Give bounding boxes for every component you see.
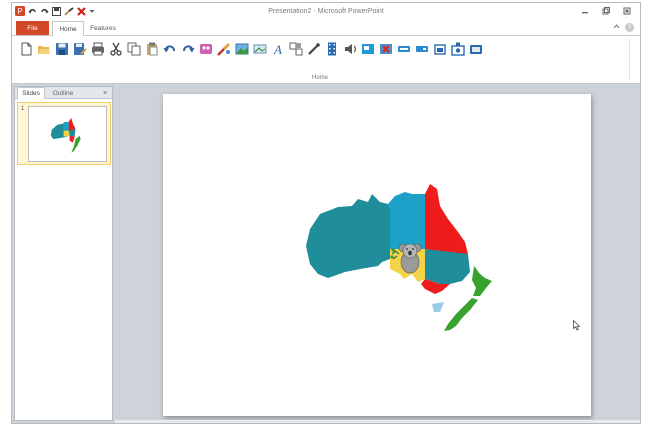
tab-outline[interactable]: Outline [46,87,80,99]
ribbon-controls: ? [613,23,634,32]
application-window: P Presentation2 - Microsoft PowerPoint F… [11,2,641,424]
shapes-icon[interactable] [288,41,303,56]
image-icon[interactable] [252,41,267,56]
title-bar: P Presentation2 - Microsoft PowerPoint [12,3,640,21]
paste-icon[interactable] [144,41,159,56]
delete-slide-icon[interactable] [378,41,393,56]
window-title: Presentation2 - Microsoft PowerPoint [268,8,384,15]
undo-icon[interactable] [162,41,177,56]
ribbon-tabs: File Home Features ? [12,21,640,36]
slide-icon[interactable] [360,41,375,56]
collapse-ribbon-icon[interactable] [613,23,620,32]
region-queensland [425,184,468,254]
home-tool-group: A [18,41,483,56]
ribbon-group-label: Home [311,75,328,81]
region-western [306,194,390,278]
print-icon[interactable] [90,41,105,56]
slide-thumbnail-item[interactable]: 1 [17,102,111,165]
sound-icon[interactable] [342,41,357,56]
cut-icon[interactable] [108,41,123,56]
svg-text:A: A [273,42,282,56]
region-new-zealand-south [444,298,478,331]
restore-icon[interactable] [601,6,611,16]
region-new-zealand-north [472,266,492,296]
presenter-icon[interactable] [450,41,465,56]
new-icon[interactable] [18,41,33,56]
australia-new-zealand-map-image[interactable] [163,94,591,416]
close-window-icon[interactable] [622,6,632,16]
window-icon[interactable] [468,41,483,56]
redo-icon[interactable] [180,41,195,56]
picture-icon[interactable] [234,41,249,56]
slide-edit-area [115,84,640,423]
pane-tabs: Slides Outline × [15,87,112,99]
clip-art-icon[interactable] [198,41,213,56]
window-controls [580,6,632,16]
minimize-icon[interactable] [580,6,590,16]
film-strip-icon[interactable] [324,41,339,56]
tab-file[interactable]: File [16,21,49,35]
view-icon[interactable] [396,41,411,56]
open-icon[interactable] [36,41,51,56]
help-icon[interactable]: ? [625,23,634,32]
ribbon: A Home [12,35,640,84]
region-east [425,249,470,284]
slideshow-icon[interactable] [432,41,447,56]
save-as-icon[interactable] [72,41,87,56]
workspace: Slides Outline × 1 [12,84,640,423]
slide-number: 1 [21,106,25,112]
mouse-cursor-icon [573,319,581,333]
tab-home[interactable]: Home [52,21,84,36]
copy-icon[interactable] [126,41,141,56]
slides-pane: Slides Outline × 1 [14,86,113,421]
status-strip [115,420,640,423]
tab-slides[interactable]: Slides [17,87,45,99]
close-pane-icon[interactable]: × [100,87,110,99]
ribbon-separator [629,39,630,80]
format-painter-icon[interactable] [216,41,231,56]
slide-canvas[interactable] [163,94,591,416]
view-alt-icon[interactable] [414,41,429,56]
save-icon[interactable] [54,41,69,56]
region-northern [388,192,425,249]
pen-icon[interactable] [306,41,321,56]
text-icon[interactable]: A [270,41,285,56]
map-thumbnail-image [50,117,81,153]
slide-thumbnail[interactable] [28,106,107,162]
tab-features[interactable]: Features [86,21,120,35]
region-tasmania [432,302,444,312]
